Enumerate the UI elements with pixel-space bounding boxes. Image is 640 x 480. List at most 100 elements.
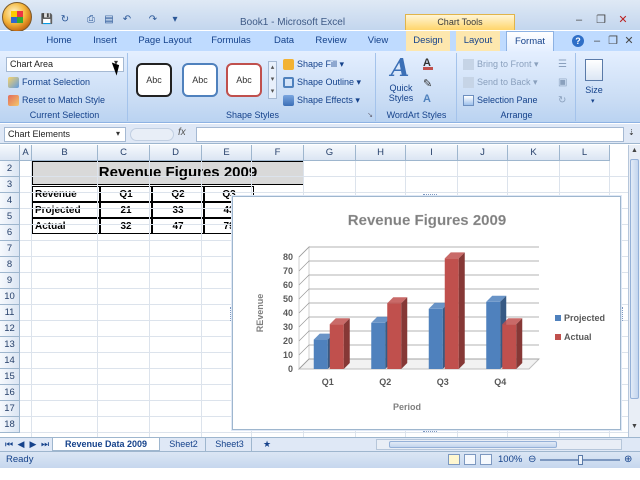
chart-resize-handle-top[interactable] (423, 194, 437, 198)
legend-label-actual[interactable]: Actual (564, 332, 592, 342)
table-cell[interactable]: 33 (152, 202, 204, 218)
last-sheet-icon[interactable]: ⏭ (40, 438, 50, 451)
bring-to-front-button[interactable]: Bring to Front ▾ (462, 57, 539, 72)
ribbon-restore-icon[interactable]: ❐ (606, 35, 620, 47)
column-header-k[interactable]: K (508, 145, 560, 161)
help-icon[interactable]: ? (572, 35, 584, 47)
repeat-icon[interactable]: ↻ (58, 14, 72, 26)
qat-dropdown-icon[interactable]: ▾ (168, 14, 182, 26)
chart-resize-handle-bottom[interactable] (423, 428, 437, 432)
normal-view-icon[interactable] (448, 454, 460, 465)
preview-icon[interactable]: ▤ (102, 14, 116, 26)
close-icon[interactable]: ✕ (616, 14, 630, 26)
tab-view[interactable]: View (360, 31, 396, 51)
row-header-12[interactable]: 12 (0, 321, 20, 337)
zoom-in-icon[interactable]: ⊕ (624, 454, 632, 465)
table-cell[interactable]: 47 (152, 218, 204, 234)
table-cell[interactable]: 32 (100, 218, 152, 234)
tab-data[interactable]: Data (266, 31, 302, 51)
save-icon[interactable]: 💾 (40, 14, 54, 26)
row-header-14[interactable]: 14 (0, 353, 20, 369)
row-header-6[interactable]: 6 (0, 225, 20, 241)
row-header-15[interactable]: 15 (0, 369, 20, 385)
column-header-c[interactable]: C (98, 145, 150, 161)
send-to-back-button[interactable]: Send to Back ▾ (462, 75, 538, 90)
chart-x-axis-label[interactable]: Period (393, 402, 421, 412)
tab-home[interactable]: Home (40, 31, 78, 51)
chart-resize-handle-left[interactable] (230, 307, 234, 321)
scroll-down-icon[interactable]: ▼ (630, 423, 639, 433)
table-header-cell[interactable]: Q1 (100, 186, 152, 202)
column-header-l[interactable]: L (560, 145, 610, 161)
select-all-corner[interactable] (0, 145, 20, 161)
row-header-16[interactable]: 16 (0, 385, 20, 401)
size-chevron-icon[interactable]: ▾ (591, 97, 595, 105)
column-header-e[interactable]: E (202, 145, 252, 161)
rotate-icon[interactable]: ↻ (558, 95, 566, 106)
row-header-18[interactable]: 18 (0, 417, 20, 433)
zoom-out-icon[interactable]: ⊖ (528, 454, 536, 465)
chart-element-dropdown[interactable]: Chart Area (6, 57, 124, 72)
table-title-cell[interactable]: Revenue Figures 2009 (32, 161, 304, 185)
column-header-d[interactable]: D (150, 145, 202, 161)
tab-layout[interactable]: Layout (456, 31, 500, 51)
text-fill-icon[interactable]: A (423, 57, 433, 70)
prev-sheet-icon[interactable]: ◀ (16, 438, 26, 451)
row-header-9[interactable]: 9 (0, 273, 20, 289)
chart-bar-projected-q1[interactable] (313, 339, 328, 369)
column-header-f[interactable]: F (252, 145, 304, 161)
row-header-17[interactable]: 17 (0, 401, 20, 417)
table-cell[interactable]: Actual (32, 218, 100, 234)
chart-area[interactable]: Revenue Figures 2009 0 10 20 30 40 50 60 70 80 Q… (230, 194, 623, 432)
zoom-level[interactable]: 100% (498, 454, 522, 465)
first-sheet-icon[interactable]: ⏮ (4, 438, 14, 451)
chart-bar-actual-q2[interactable] (387, 303, 402, 369)
table-header-cell[interactable]: Q2 (152, 186, 204, 202)
column-header-g[interactable]: G (304, 145, 356, 161)
chart-y-axis-label[interactable]: REvenue (255, 294, 265, 333)
row-header-4[interactable]: 4 (0, 193, 20, 209)
chart-bar-actual-q4[interactable] (502, 324, 517, 369)
chart-bar-projected-q3[interactable] (428, 308, 443, 369)
expand-formula-bar-icon[interactable]: ⇣ (628, 128, 635, 137)
size-icon[interactable] (585, 59, 603, 81)
sheet-tab-sheet2[interactable]: Sheet2 (162, 438, 206, 451)
tab-formulas[interactable]: Formulas (206, 31, 256, 51)
shape-effects-button[interactable]: Shape Effects ▾ (282, 93, 360, 108)
row-header-2[interactable]: 2 (0, 161, 20, 177)
scroll-up-icon[interactable]: ▲ (630, 147, 639, 157)
chart-bar-actual-q1[interactable] (329, 324, 344, 369)
shape-outline-button[interactable]: Shape Outline ▾ (282, 75, 361, 90)
vertical-scrollbar[interactable]: ▲ ▼ (628, 145, 640, 437)
formula-input[interactable] (196, 127, 624, 142)
column-header-j[interactable]: J (458, 145, 508, 161)
chart-bar-projected-q2[interactable] (371, 322, 386, 369)
ribbon-minimize-icon[interactable]: – (590, 35, 604, 47)
insert-function-button[interactable]: fx (178, 127, 192, 138)
name-box-chevron-icon[interactable]: ▾ (116, 129, 120, 138)
tab-design[interactable]: Design (406, 31, 450, 51)
tab-insert[interactable]: Insert (86, 31, 124, 51)
align-icon[interactable]: ☰ (558, 59, 567, 70)
shape-style-red[interactable]: Abc (226, 63, 262, 97)
tab-page-layout[interactable]: Page Layout (136, 31, 194, 51)
row-header-10[interactable]: 10 (0, 289, 20, 305)
row-header-5[interactable]: 5 (0, 209, 20, 225)
horizontal-scroll-thumb[interactable] (389, 441, 557, 448)
wordart-a-icon[interactable]: A (387, 55, 413, 81)
row-header-3[interactable]: 3 (0, 177, 20, 193)
dialog-launcher-icon[interactable]: ↘ (367, 111, 373, 119)
next-sheet-icon[interactable]: ▶ (28, 438, 38, 451)
restore-icon[interactable]: ❐ (594, 14, 608, 26)
table-cell[interactable]: 21 (100, 202, 152, 218)
chart-bar-actual-q3[interactable] (444, 258, 459, 369)
sheet-tab-sheet3[interactable]: Sheet3 (208, 438, 252, 451)
tab-format[interactable]: Format (506, 31, 554, 52)
table-header-cell[interactable]: Revenue (32, 186, 100, 202)
zoom-slider[interactable] (540, 455, 620, 465)
row-header-11[interactable]: 11 (0, 305, 20, 321)
size-label[interactable]: Size (577, 85, 611, 95)
insert-sheet-icon[interactable]: ★ (256, 438, 278, 451)
ribbon-close-icon[interactable]: ✕ (622, 35, 636, 47)
group-icon[interactable]: ▣ (558, 77, 567, 88)
